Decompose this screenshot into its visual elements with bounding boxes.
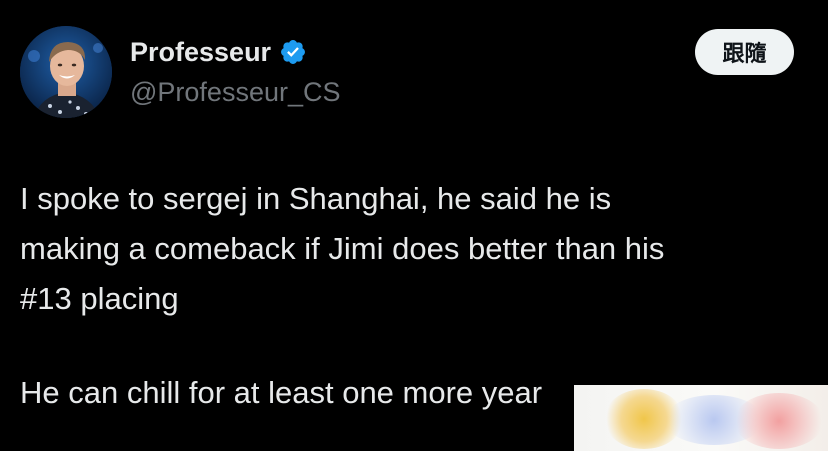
author-display-name[interactable]: Professeur xyxy=(130,36,307,68)
tweet-text-line: #13 placing xyxy=(20,281,179,316)
tweet-text-line: making a comeback if Jimi does better th… xyxy=(20,231,665,266)
avatar[interactable] xyxy=(20,26,112,118)
watermark-blob xyxy=(734,393,824,449)
display-name-text[interactable]: Professeur xyxy=(130,36,271,68)
watermark-overlay xyxy=(574,385,828,451)
follow-button[interactable]: 跟隨 xyxy=(695,29,794,75)
verified-badge-icon xyxy=(279,38,307,66)
tweet-text: I spoke to sergej in Shanghai, he said h… xyxy=(20,174,810,418)
author-handle[interactable]: @Professeur_CS xyxy=(130,76,341,108)
tweet-text-line: I spoke to sergej in Shanghai, he said h… xyxy=(20,181,612,216)
